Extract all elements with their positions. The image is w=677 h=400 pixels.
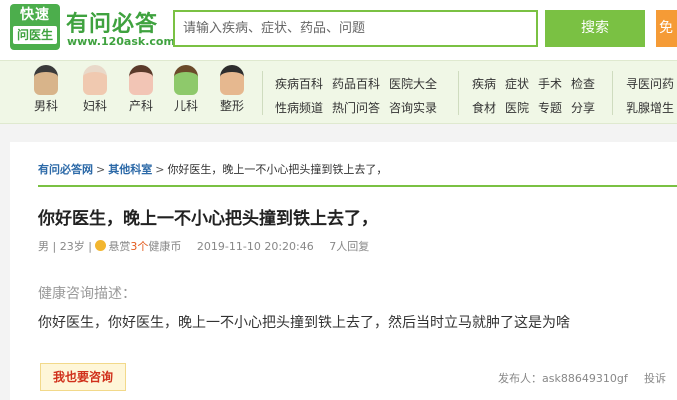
- nav-category-label: 整形: [219, 99, 244, 113]
- nav-divider: [262, 71, 263, 115]
- description-text: 你好医生，你好医生，晚上一不小心把头撞到铁上去了，然后当时立马就肿了这是为啥: [38, 315, 570, 331]
- nav-link[interactable]: 医院: [505, 101, 529, 115]
- nav-link[interactable]: 食材: [472, 101, 496, 115]
- nav-link[interactable]: 检查: [571, 77, 595, 91]
- logo-badge[interactable]: 快速 问医生: [10, 4, 60, 50]
- question-card: 有问必答网 > 其他科室 > 你好医生，晚上一不小心把头撞到铁上去了， 你好医生，晚上一…: [10, 142, 677, 400]
- nav-link[interactable]: 医院大全: [389, 77, 437, 91]
- pregnant-icon: [129, 65, 153, 95]
- nav-link[interactable]: 专题: [538, 101, 562, 115]
- breadcrumb-category[interactable]: 其他科室: [108, 163, 152, 176]
- nav-link[interactable]: 疾病: [472, 77, 496, 91]
- reward-suffix: 健康币: [148, 240, 182, 253]
- description-label: 健康咨询描述：: [38, 286, 136, 302]
- consult-button[interactable]: 我也要咨询: [40, 363, 126, 391]
- coin-icon: [95, 240, 107, 251]
- nav-category-cosmetic[interactable]: 整形: [212, 65, 252, 113]
- logo-badge-top: 快速: [20, 7, 50, 23]
- reward-prefix: 悬赏: [108, 240, 131, 253]
- nav-link[interactable]: 寻医问药: [626, 77, 674, 91]
- question-title: 你好医生，晚上一不小心把头撞到铁上去了，: [38, 209, 378, 229]
- nav-category-label: 男科: [33, 99, 58, 113]
- site-header: 快速 问医生 有问必答 www.120ask.com 搜索 免: [0, 0, 677, 60]
- search-input[interactable]: [175, 12, 536, 45]
- nav-link[interactable]: 症状: [505, 77, 529, 91]
- nav-link[interactable]: 手术: [538, 77, 562, 91]
- breadcrumb-separator: >: [96, 163, 106, 176]
- question-time: 2019-11-10 20:20:46: [196, 240, 314, 253]
- nav-divider: [458, 71, 459, 115]
- logo-url: www.120ask.com: [67, 35, 175, 48]
- nav-category-obstetrics[interactable]: 产科: [121, 65, 161, 113]
- asker-gender-age: 男 | 23岁: [38, 240, 85, 253]
- nav-link[interactable]: 热门问答: [332, 101, 380, 115]
- poster-info: 发布人：ask88649310gf: [498, 370, 628, 386]
- breadcrumb-underline: [38, 185, 677, 187]
- search-box: [173, 10, 538, 47]
- nav-category-label: 产科: [128, 99, 153, 113]
- cosmetic-icon: [220, 65, 244, 95]
- breadcrumb-home[interactable]: 有问必答网: [38, 163, 93, 176]
- poster-label: 发布人：: [498, 372, 542, 385]
- free-ask-button[interactable]: 免: [656, 10, 677, 47]
- female-doctor-icon: [83, 65, 107, 95]
- page: 快速 问医生 有问必答 www.120ask.com 搜索 免 男科 妇科 产科…: [0, 0, 677, 400]
- nav-link[interactable]: 分享: [571, 101, 595, 115]
- nav-category-label: 儿科: [173, 99, 198, 113]
- category-nav: 男科 妇科 产科 儿科 整形 疾病百科 药品百科 医院大全 性病频道 热门问答 …: [0, 60, 677, 124]
- reply-count: 7人回复: [329, 240, 370, 253]
- breadcrumb-current: 你好医生，晚上一不小心把头撞到铁上去了，: [167, 163, 388, 176]
- nav-category-pediatrics[interactable]: 儿科: [166, 65, 206, 113]
- nav-category-label: 妇科: [82, 99, 107, 113]
- breadcrumb-separator: >: [155, 163, 165, 176]
- nav-link[interactable]: 疾病百科: [275, 77, 323, 91]
- complain-link[interactable]: 投诉: [644, 370, 666, 386]
- nav-link[interactable]: 性病频道: [275, 101, 323, 115]
- meta-separator: |: [88, 240, 96, 253]
- poster-name[interactable]: ask88649310gf: [542, 372, 628, 385]
- nav-divider: [612, 71, 613, 115]
- nav-link[interactable]: 乳腺增生: [626, 101, 674, 115]
- nav-category-male[interactable]: 男科: [26, 65, 66, 113]
- nav-link[interactable]: 咨询实录: [389, 101, 437, 115]
- logo-badge-bottom: 问医生: [13, 26, 57, 44]
- child-icon: [174, 65, 198, 95]
- nav-category-gynecology[interactable]: 妇科: [75, 65, 115, 113]
- reward-amount: 3个: [130, 240, 149, 253]
- search-button[interactable]: 搜索: [545, 10, 645, 47]
- question-meta: 男 | 23岁 | 悬赏3个健康币 2019-11-10 20:20:46 7人…: [38, 238, 369, 254]
- breadcrumb: 有问必答网 > 其他科室 > 你好医生，晚上一不小心把头撞到铁上去了，: [38, 161, 387, 177]
- male-doctor-icon: [34, 65, 58, 95]
- nav-link[interactable]: 药品百科: [332, 77, 380, 91]
- logo-title[interactable]: 有问必答: [66, 6, 158, 38]
